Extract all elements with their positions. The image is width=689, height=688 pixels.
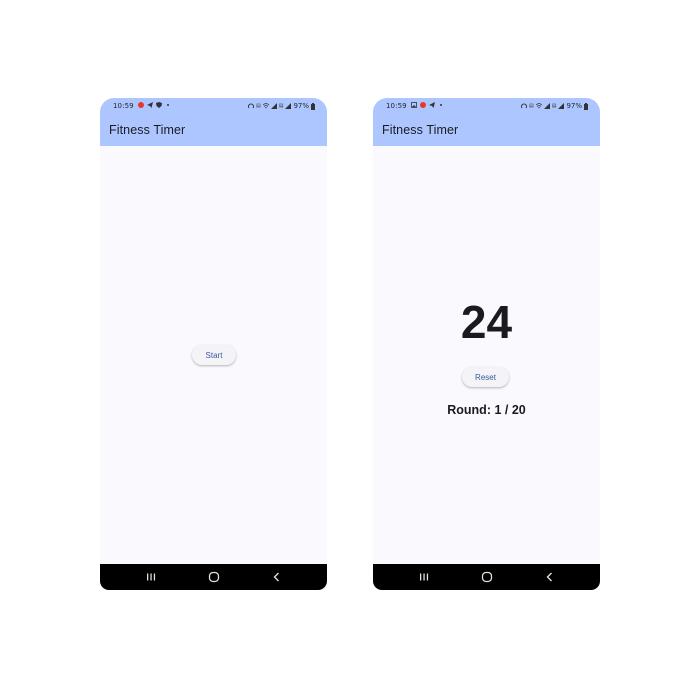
signal-icon	[270, 103, 277, 109]
status-time: 10:59	[386, 102, 407, 110]
status-bar: 10:59 ▤ ▤ 97%	[373, 98, 600, 114]
status-system-icons: ▤ ▤ 97%	[247, 102, 315, 110]
navigation-bar	[373, 564, 600, 590]
navigation-bar	[100, 564, 327, 590]
round-indicator: Round: 1 / 20	[447, 403, 526, 417]
battery-icon	[584, 102, 588, 110]
wifi-icon	[262, 103, 269, 109]
back-icon[interactable]	[270, 570, 284, 584]
signal-icon-2	[558, 103, 565, 109]
status-notification-icons	[138, 102, 171, 108]
volte-icon-2: ▤	[551, 103, 557, 109]
battery-percent: 97%	[293, 102, 309, 110]
app-bar: 10:59 ▤ ▤ 97% Fitness Timer	[100, 98, 327, 146]
dot-icon	[167, 104, 169, 106]
hotspot-icon	[247, 103, 254, 109]
volte-icon: ▤	[255, 103, 261, 109]
reset-button[interactable]: Reset	[462, 367, 509, 387]
status-notification-icons	[411, 102, 444, 108]
status-system-icons: ▤ ▤ 97%	[520, 102, 588, 110]
app-bar: 10:59 ▤ ▤ 97% Fitness Timer	[373, 98, 600, 146]
status-time: 10:59	[113, 102, 134, 110]
wifi-icon	[535, 103, 542, 109]
volte-icon: ▤	[528, 103, 534, 109]
telegram-icon	[429, 102, 435, 108]
notification-app-icon	[138, 102, 144, 108]
back-icon[interactable]	[543, 570, 557, 584]
status-bar: 10:59 ▤ ▤ 97%	[100, 98, 327, 114]
start-button[interactable]: Start	[192, 345, 236, 365]
app-title: Fitness Timer	[109, 123, 186, 137]
dot-icon	[440, 104, 442, 106]
phone-screen-running: 10:59 ▤ ▤ 97% Fitness Timer 24 Reset Rou…	[373, 98, 600, 590]
recents-icon[interactable]	[144, 570, 158, 584]
telegram-icon	[147, 102, 153, 108]
signal-icon	[543, 103, 550, 109]
gallery-icon	[411, 102, 417, 108]
recents-icon[interactable]	[417, 570, 431, 584]
notification-app-icon	[420, 102, 426, 108]
countdown-counter: 24	[460, 296, 513, 348]
shield-icon	[156, 102, 162, 108]
phone-screen-start: 10:59 ▤ ▤ 97% Fitness Timer Start	[100, 98, 327, 590]
signal-icon-2	[285, 103, 292, 109]
battery-icon	[311, 102, 315, 110]
home-icon[interactable]	[480, 570, 494, 584]
home-icon[interactable]	[207, 570, 221, 584]
app-title: Fitness Timer	[382, 123, 459, 137]
volte-icon-2: ▤	[278, 103, 284, 109]
battery-percent: 97%	[566, 102, 582, 110]
hotspot-icon	[520, 103, 527, 109]
